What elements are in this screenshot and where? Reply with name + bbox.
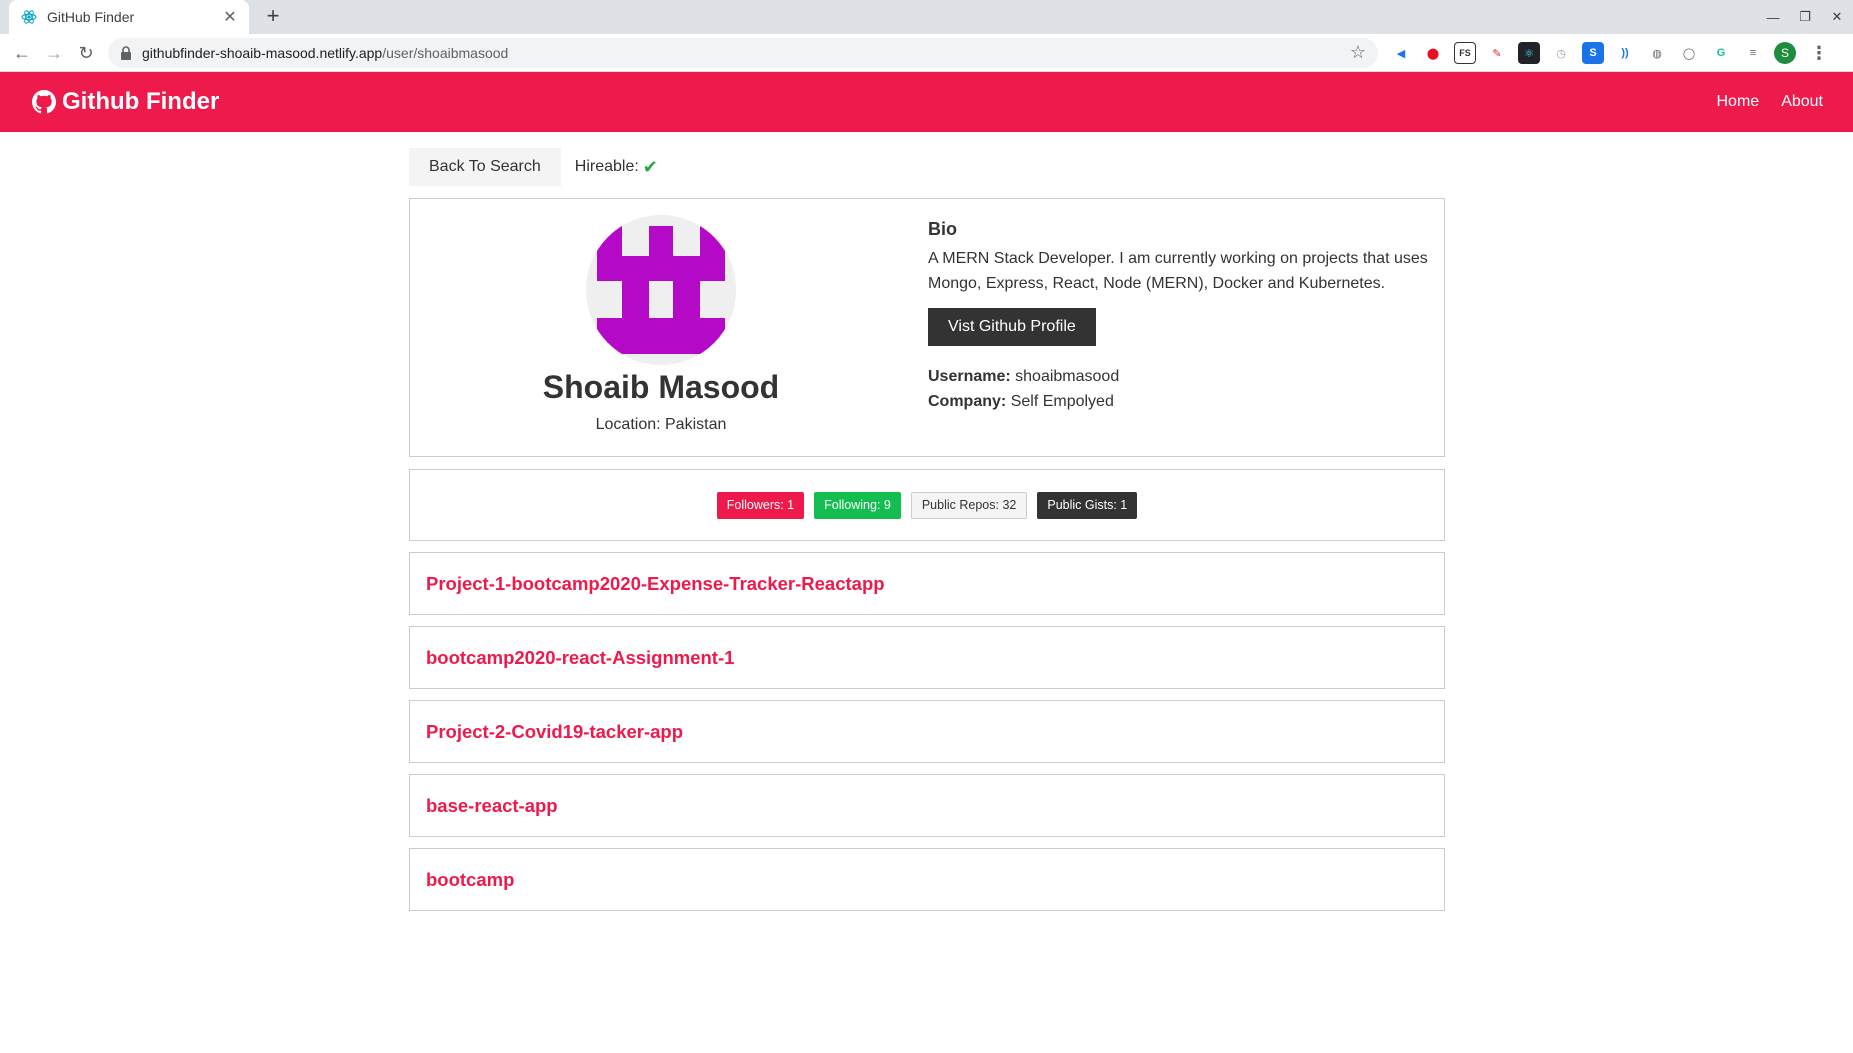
company-label: Company:: [928, 393, 1007, 410]
username-value: shoaibmasood: [1015, 368, 1120, 385]
following-badge: Following: 9: [814, 491, 901, 519]
profile-card: Shoaib Masood Location: Pakistan Bio A M…: [409, 198, 1445, 457]
followers-badge: Followers: 1: [716, 491, 805, 519]
hireable-label: Hireable:: [574, 158, 639, 175]
company-row: Company: Self Empolyed: [928, 389, 1428, 414]
repo-link[interactable]: Project-2-Covid19-tacker-app: [426, 721, 683, 743]
browser-tabstrip: GitHub Finder ✕ + — ❐ ✕: [0, 0, 1853, 34]
react-favicon-icon: [21, 9, 37, 25]
back-arrow-icon[interactable]: ←: [8, 39, 36, 67]
repo-item: Project-1-bootcamp2020-Expense-Tracker-R…: [409, 552, 1445, 615]
bio-text: A MERN Stack Developer. I am currently w…: [928, 250, 1428, 292]
new-tab-button[interactable]: +: [260, 4, 286, 30]
browser-tab[interactable]: GitHub Finder ✕: [9, 0, 249, 34]
url-path: /user/shoaibmasood: [382, 45, 509, 61]
back-to-search-button[interactable]: Back To Search: [409, 148, 561, 186]
repo-item: base-react-app: [409, 774, 1445, 837]
minimize-icon[interactable]: —: [1757, 0, 1789, 34]
brand-title: Github Finder: [62, 88, 220, 115]
top-row: Back To Search Hireable: ✔: [409, 148, 1445, 186]
extension-speaker-icon[interactable]: ◀: [1390, 42, 1412, 64]
username-label: Username:: [928, 368, 1011, 385]
info-list: Username: shoaibmasood Company: Self Emp…: [928, 364, 1428, 414]
main-container: Back To Search Hireable: ✔ Shoaib Masood: [409, 132, 1445, 911]
extension-eyedropper-icon[interactable]: ✎: [1486, 42, 1508, 64]
extension-clock-icon[interactable]: ◷: [1550, 42, 1572, 64]
repo-item: bootcamp: [409, 848, 1445, 911]
github-icon: [32, 90, 56, 114]
repo-link[interactable]: Project-1-bootcamp2020-Expense-Tracker-R…: [426, 573, 885, 595]
bookmark-star-icon[interactable]: ☆: [1350, 42, 1366, 63]
address-bar[interactable]: githubfinder-shoaib-masood.netlify.app /…: [108, 38, 1378, 68]
extension-fs-icon[interactable]: FS: [1454, 42, 1476, 64]
forward-arrow-icon[interactable]: →: [40, 39, 68, 67]
reading-list-icon[interactable]: ≡: [1742, 42, 1764, 64]
extension-grammarly-icon[interactable]: G: [1710, 42, 1732, 64]
nav-links: Home About: [1695, 93, 1824, 111]
username-row: Username: shoaibmasood: [928, 364, 1428, 389]
public-repos-badge: Public Repos: 32: [910, 491, 1028, 519]
extension-s-icon[interactable]: S: [1582, 42, 1604, 64]
extension-circle-icon[interactable]: ◯: [1678, 42, 1700, 64]
repo-link[interactable]: bootcamp: [426, 869, 514, 891]
profile-name: Shoaib Masood: [542, 369, 780, 405]
repo-item: bootcamp2020-react-Assignment-1: [409, 626, 1445, 689]
bio-heading: Bio: [928, 219, 957, 239]
company-value: Self Empolyed: [1010, 393, 1114, 410]
profile-location: Location: Pakistan: [595, 416, 727, 433]
profile-details: Bio A MERN Stack Developer. I am current…: [912, 199, 1444, 456]
extension-globe-icon[interactable]: ◍: [1646, 42, 1668, 64]
browser-toolbar: ← → ↻ githubfinder-shoaib-masood.netlify…: [0, 34, 1853, 72]
repo-link[interactable]: base-react-app: [426, 795, 558, 817]
identicon-avatar: [586, 215, 736, 365]
brand[interactable]: Github Finder: [32, 88, 219, 116]
check-icon: ✔: [642, 156, 658, 177]
repo-link[interactable]: bootcamp2020-react-Assignment-1: [426, 647, 734, 669]
extensions-bar: ◀ ⬤ FS ✎ ⚛ ◷ S )) ◍ ◯ G ≡ S ⋮: [1390, 42, 1828, 64]
app-navbar: Github Finder Home About: [0, 72, 1853, 132]
tab-close-icon[interactable]: ✕: [221, 7, 239, 27]
public-gists-badge: Public Gists: 1: [1037, 491, 1138, 519]
tab-title: GitHub Finder: [47, 9, 135, 25]
close-window-icon[interactable]: ✕: [1821, 0, 1853, 34]
extension-wave-icon[interactable]: )): [1614, 42, 1636, 64]
url-host: githubfinder-shoaib-masood.netlify.app: [142, 45, 383, 61]
extension-opera-icon[interactable]: ⬤: [1422, 42, 1444, 64]
profile-summary: Shoaib Masood Location: Pakistan: [410, 199, 912, 456]
reload-icon[interactable]: ↻: [72, 39, 100, 67]
profile-avatar[interactable]: S: [1774, 42, 1796, 64]
lock-icon: [120, 46, 132, 60]
extension-react-devtools-icon[interactable]: ⚛: [1518, 42, 1540, 64]
window-controls: — ❐ ✕: [1757, 0, 1853, 34]
nav-link-home[interactable]: Home: [1717, 93, 1760, 111]
hireable-status: Hireable: ✔: [575, 157, 658, 178]
menu-dots-icon[interactable]: ⋮: [1810, 43, 1828, 64]
repo-item: Project-2-Covid19-tacker-app: [409, 700, 1445, 763]
stats-card: Followers: 1 Following: 9 Public Repos: …: [409, 469, 1445, 541]
nav-link-about[interactable]: About: [1781, 93, 1823, 111]
visit-github-profile-button[interactable]: Vist Github Profile: [928, 308, 1096, 346]
avatar: [586, 215, 736, 365]
restore-icon[interactable]: ❐: [1789, 0, 1821, 34]
